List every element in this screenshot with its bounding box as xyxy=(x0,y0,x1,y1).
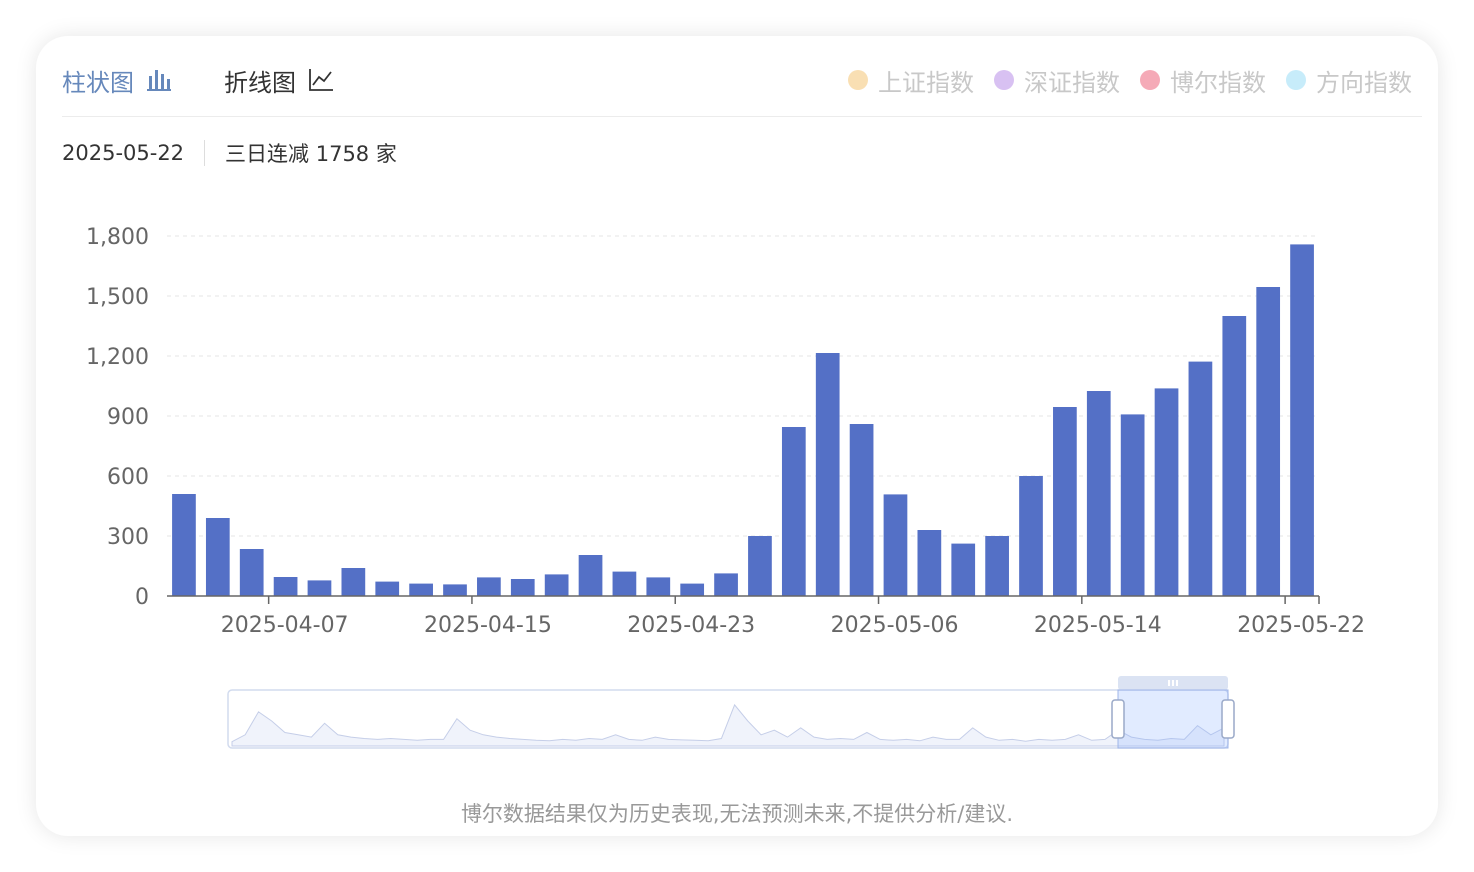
y-tick-label: 600 xyxy=(107,465,149,490)
datazoom-window xyxy=(1117,689,1229,749)
bar xyxy=(748,536,772,596)
bar xyxy=(341,568,366,596)
bar xyxy=(815,353,840,596)
x-tick-label: 2025-04-15 xyxy=(424,613,552,638)
y-tick-label: 1,200 xyxy=(86,345,149,370)
x-tick-label: 2025-05-22 xyxy=(1237,613,1365,638)
bar xyxy=(1290,244,1314,596)
bar xyxy=(883,494,908,596)
datazoom-grip-icon xyxy=(1176,680,1178,686)
bar xyxy=(1222,316,1247,596)
x-tick-label: 2025-05-06 xyxy=(831,613,959,638)
datazoom-slider xyxy=(227,676,1235,749)
y-tick-label: 900 xyxy=(107,405,149,430)
bar xyxy=(510,579,535,596)
bar xyxy=(1053,407,1077,596)
bar xyxy=(612,571,637,596)
bar xyxy=(680,583,705,596)
x-tick-label: 2025-05-14 xyxy=(1034,613,1162,638)
bar xyxy=(917,530,942,596)
bar xyxy=(375,581,400,596)
bar xyxy=(714,573,738,596)
datazoom-grip-icon xyxy=(1168,680,1170,686)
chart-card: 柱状图 折线图 上证指数 深证指数 博尔指数 方向指数 2025-05-22 三… xyxy=(36,36,1438,836)
bar xyxy=(1019,476,1043,596)
bar xyxy=(172,494,196,596)
datazoom-handle-left[interactable] xyxy=(1111,699,1125,739)
bar xyxy=(1154,388,1179,596)
bar xyxy=(1188,361,1213,596)
bar xyxy=(1086,391,1111,596)
bar xyxy=(781,427,806,596)
x-tick-label: 2025-04-23 xyxy=(627,613,755,638)
datazoom-grip-icon xyxy=(1172,680,1174,686)
y-tick-label: 1,800 xyxy=(86,225,149,250)
y-tick-label: 0 xyxy=(135,585,149,610)
bar xyxy=(239,549,264,596)
datazoom-handle-right[interactable] xyxy=(1221,699,1235,739)
y-tick-label: 300 xyxy=(107,525,149,550)
bar xyxy=(1256,287,1281,596)
bar xyxy=(443,584,467,596)
y-tick-label: 1,500 xyxy=(86,285,149,310)
bar xyxy=(578,555,603,596)
bar xyxy=(1120,414,1145,596)
bar xyxy=(646,577,671,596)
bar xyxy=(205,518,230,596)
disclaimer: 博尔数据结果仅为历史表现,无法预测未来,不提供分析/建议. xyxy=(460,802,1014,826)
x-tick-label: 2025-04-07 xyxy=(221,613,349,638)
bar xyxy=(477,577,501,596)
bar xyxy=(985,536,1009,596)
bar-chart: 0 300 600 900 1,200 1,500 1,800 2025-04-07 2025-… xyxy=(86,225,1365,749)
bar xyxy=(849,424,874,596)
bar xyxy=(409,583,433,596)
bar xyxy=(307,580,332,596)
bar xyxy=(951,543,976,596)
bar xyxy=(544,574,569,596)
bar xyxy=(273,577,298,596)
